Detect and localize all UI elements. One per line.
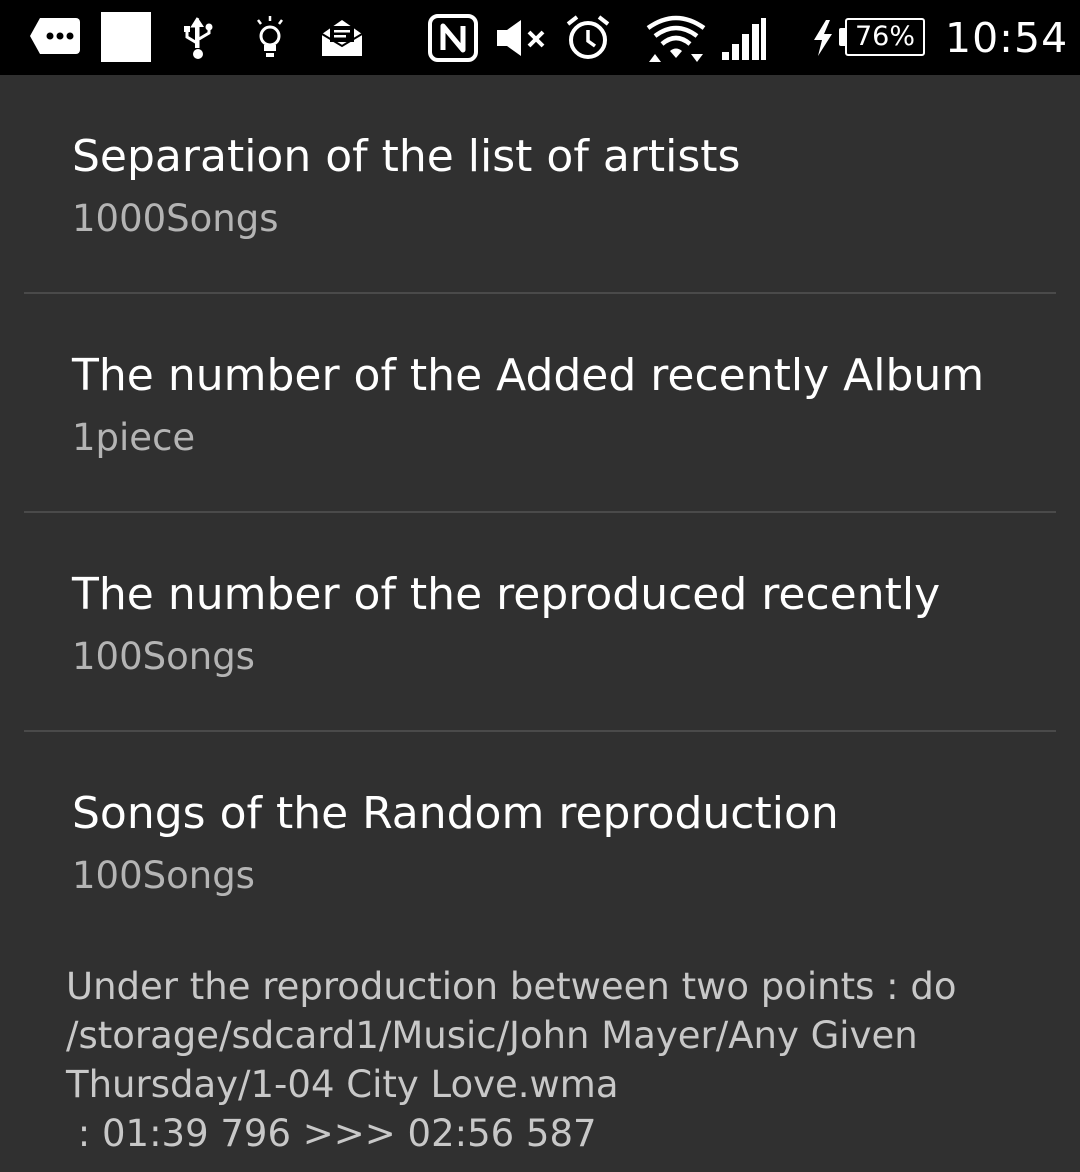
- ab-repeat-line: Under the reproduction between two point…: [66, 965, 957, 1008]
- wifi-icon: [645, 14, 707, 64]
- setting-title: Songs of the Random reproduction: [72, 788, 839, 839]
- lightbulb-icon: [252, 14, 288, 62]
- charging-icon: [810, 18, 836, 58]
- signal-icon: [720, 16, 768, 62]
- setting-summary: 100Songs: [72, 635, 255, 678]
- setting-artist-list-separation[interactable]: Separation of the list of artists 1000So…: [24, 75, 1056, 294]
- email-icon: [320, 16, 364, 60]
- battery-indicator: 76%: [845, 18, 925, 56]
- status-clock: 10:54: [945, 14, 1069, 62]
- ab-repeat-file-line: Thursday/1-04 City Love.wma: [66, 1063, 619, 1106]
- more-notifications-icon: [28, 16, 82, 60]
- ab-repeat-range-line: : 01:39 796 >>> 02:56 587: [66, 1112, 597, 1155]
- alarm-icon: [565, 14, 611, 62]
- ab-repeat-path-line: /storage/sdcard1/Music/John Mayer/Any Gi…: [66, 1014, 918, 1057]
- setting-summary: 1piece: [72, 416, 196, 459]
- usb-icon: [180, 16, 216, 62]
- ab-repeat-info: Under the reproduction between two point…: [66, 962, 1056, 1158]
- nfc-icon: [428, 14, 478, 62]
- setting-recently-added-album-count[interactable]: The number of the Added recently Album 1…: [24, 294, 1056, 513]
- setting-title: Separation of the list of artists: [72, 131, 741, 182]
- setting-title: The number of the Added recently Album: [72, 350, 985, 401]
- settings-list: Separation of the list of artists 1000So…: [0, 75, 1080, 951]
- setting-random-playback-songs[interactable]: Songs of the Random reproduction 100Song…: [24, 732, 1056, 951]
- setting-title: The number of the reproduced recently: [72, 569, 941, 620]
- blank-notification-icon: [101, 12, 151, 62]
- setting-summary: 1000Songs: [72, 197, 279, 240]
- mute-icon: [495, 18, 551, 58]
- setting-recently-played-count[interactable]: The number of the reproduced recently 10…: [24, 513, 1056, 732]
- status-bar: 76% 10:54: [0, 0, 1080, 75]
- setting-summary: 100Songs: [72, 854, 255, 897]
